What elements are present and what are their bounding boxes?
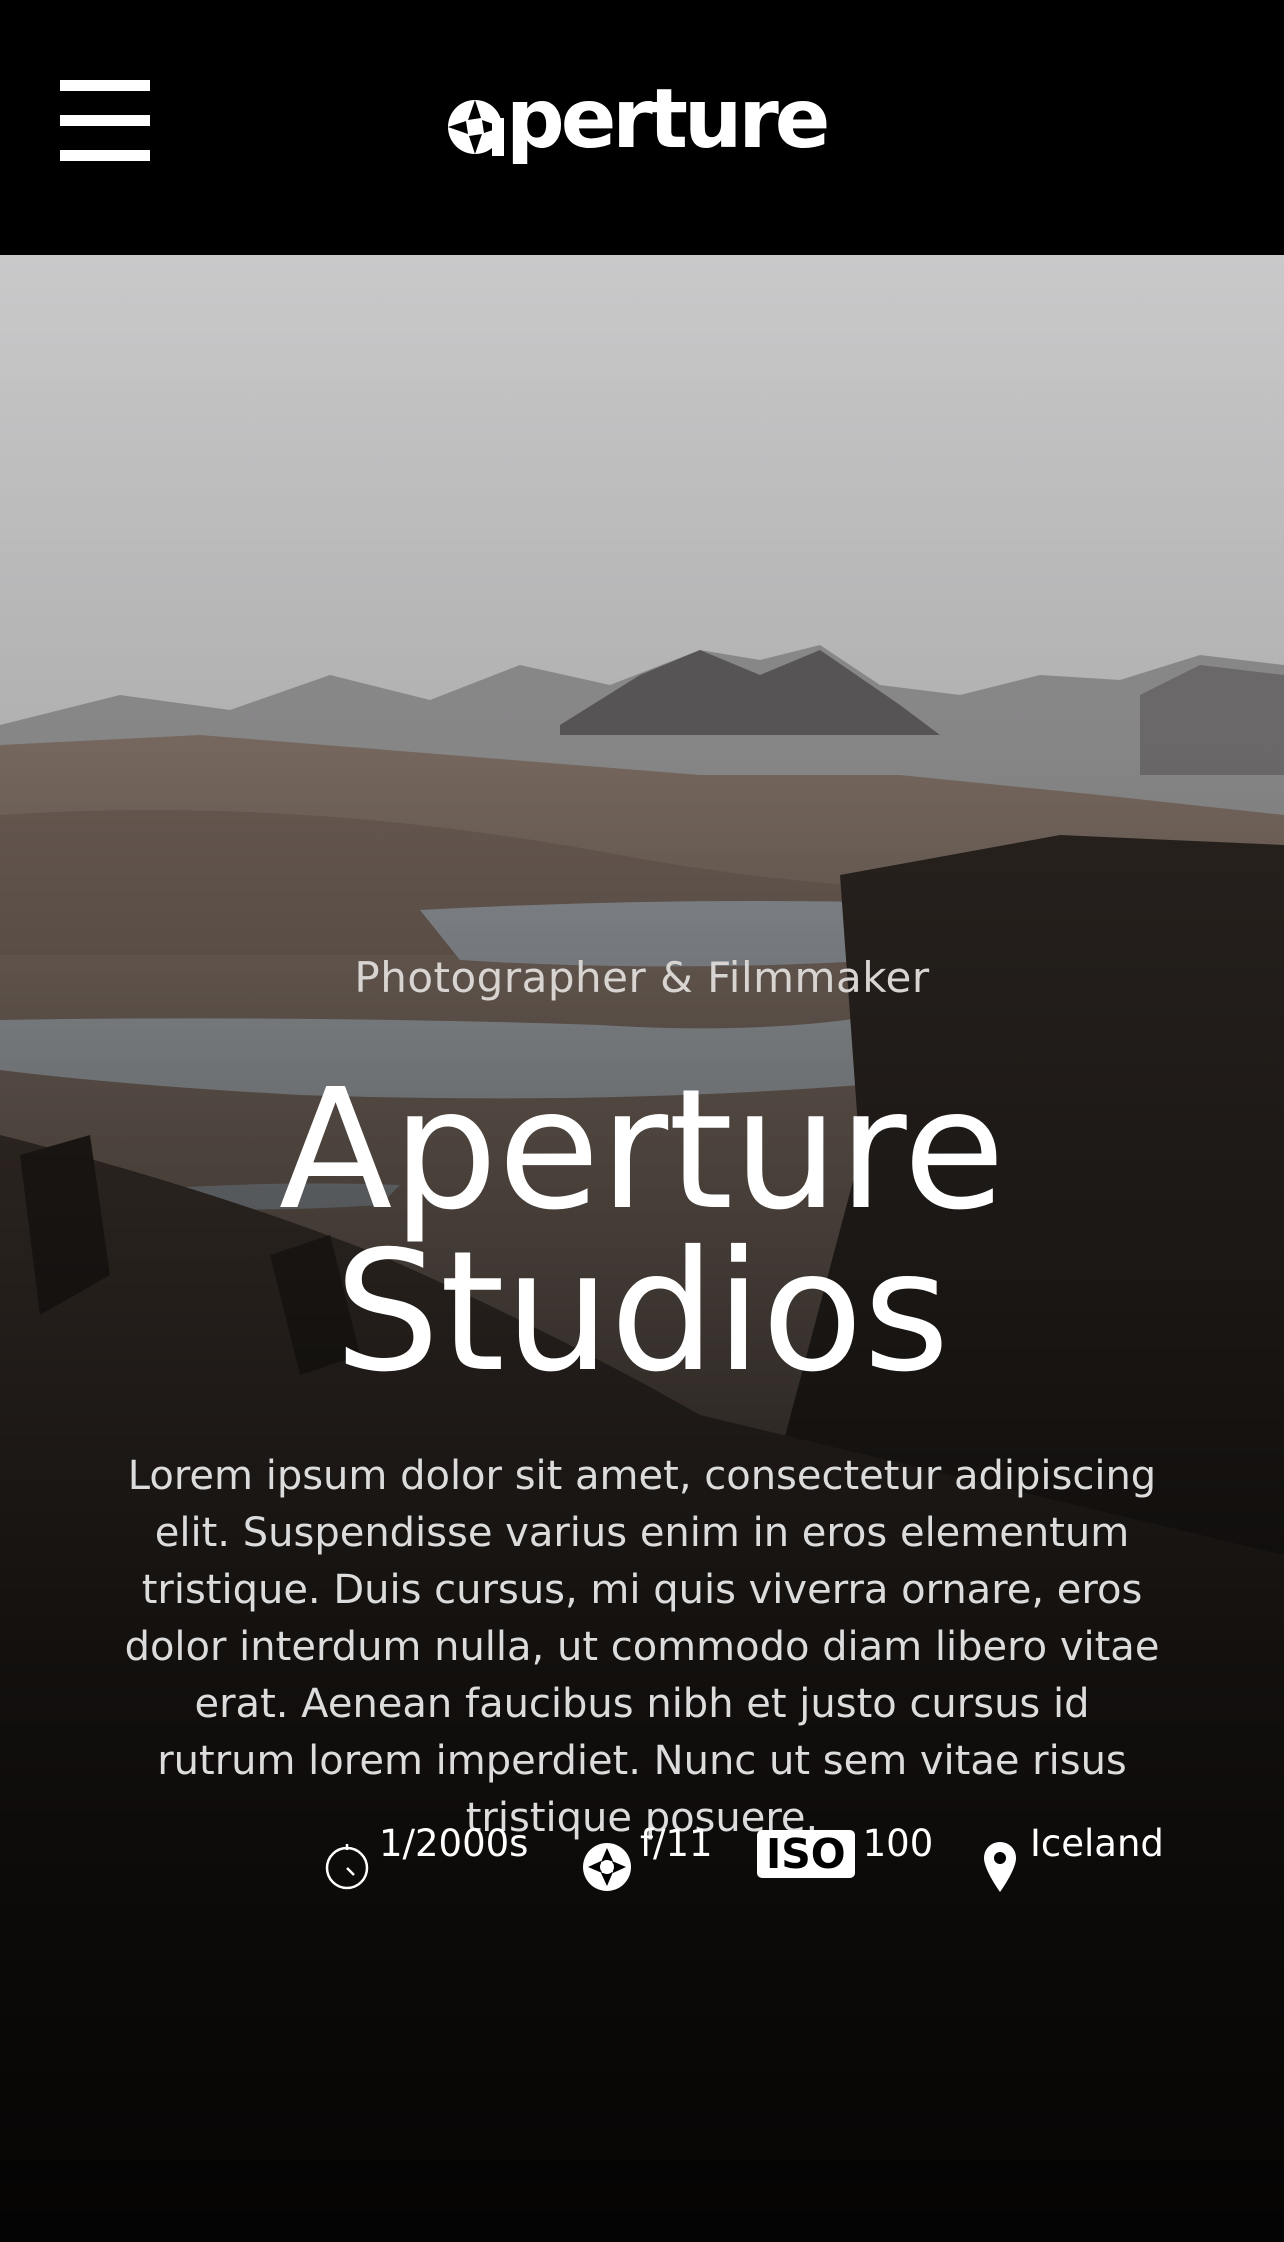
hero-eyebrow: Photographer & Filmmaker xyxy=(354,953,930,1002)
location: Iceland xyxy=(984,1822,1164,1892)
aperture-setting: f/11 xyxy=(582,1822,713,1892)
site-logo[interactable]: perture xyxy=(446,60,830,180)
hero-title: Aperture Studios xyxy=(0,1068,1284,1396)
hamburger-menu-icon[interactable] xyxy=(60,80,150,162)
iso-setting: ISO 100 xyxy=(757,1822,933,1878)
aperture-logo-icon xyxy=(448,100,504,156)
stopwatch-icon xyxy=(325,1844,369,1890)
map-pin-icon xyxy=(984,1842,1016,1892)
aperture-icon xyxy=(583,1843,631,1891)
site-header: perture xyxy=(0,0,1284,255)
shutter-speed-value: 1/2000s xyxy=(379,1822,529,1865)
logo-wordmark: perture xyxy=(506,72,830,167)
shutter-speed: 1/2000s xyxy=(323,1822,528,1890)
iso-badge: ISO xyxy=(757,1830,855,1878)
location-value: Iceland xyxy=(1030,1822,1164,1865)
aperture-value: f/11 xyxy=(640,1822,713,1865)
camera-settings-bar: 1/2000s f/11 ISO 100 Iceland xyxy=(0,1822,1284,1922)
hero-title-line2: Studios xyxy=(334,1216,950,1409)
hero-section: Photographer & Filmmaker Aperture Studio… xyxy=(0,255,1284,2242)
iso-value: 100 xyxy=(862,1822,934,1865)
hero-description: Lorem ipsum dolor sit amet, consectetur … xyxy=(124,1453,1160,1841)
